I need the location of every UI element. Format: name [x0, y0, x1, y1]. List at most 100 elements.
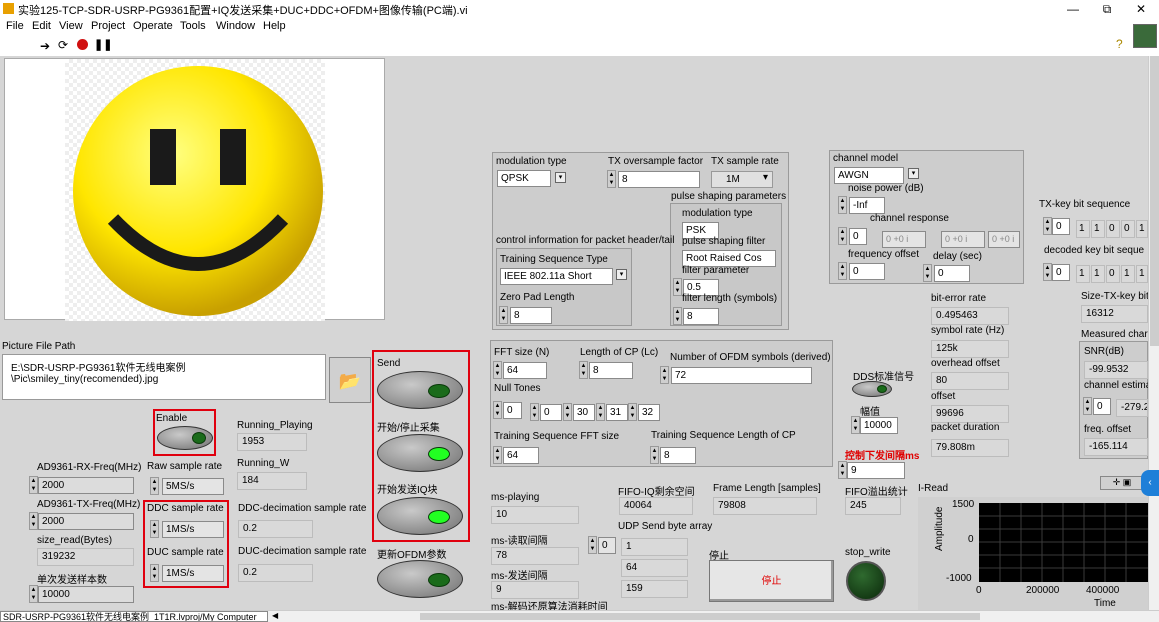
fl-input[interactable]: 8 — [683, 308, 719, 325]
stop-button[interactable]: 停止 — [709, 560, 834, 602]
null-tone-3-spinner[interactable]: ▲ ▼ — [628, 403, 637, 421]
update-ofdm-button[interactable] — [377, 560, 463, 598]
decoded-key-index-spinner[interactable]: ▲ ▼ — [1043, 263, 1052, 281]
rx-freq-spinner[interactable]: ▲ ▼ — [29, 476, 38, 494]
browse-folder-button[interactable]: 📂 — [329, 357, 371, 403]
channel-response-index[interactable]: 0 — [849, 228, 867, 245]
null-tones-index-spinner[interactable]: ▲ ▼ — [493, 401, 502, 419]
txkey-index-spinner[interactable]: ▲ ▼ — [1043, 217, 1052, 235]
raw-rate-input[interactable]: 5MS/s — [162, 478, 224, 495]
raw-rate-spinner[interactable]: ▲ ▼ — [150, 477, 159, 495]
decoded-key-index[interactable]: 0 — [1052, 264, 1070, 281]
zpl-spinner[interactable]: ▲ ▼ — [499, 306, 508, 324]
start-stop-button[interactable] — [377, 434, 463, 472]
fl-spinner[interactable]: ▲ ▼ — [673, 307, 682, 325]
start-iq-button[interactable] — [377, 497, 463, 535]
rx-freq-input[interactable]: 2000 — [38, 477, 134, 494]
horizontal-scrollbar-thumb[interactable] — [420, 613, 980, 620]
mod-type-select[interactable]: QPSK — [497, 170, 551, 187]
ts-fft-input[interactable]: 64 — [503, 447, 539, 464]
channel-response-element-1[interactable]: 0 +0 i — [882, 231, 926, 248]
fp-spinner[interactable]: ▲ ▼ — [673, 278, 682, 296]
menu-operate[interactable]: Operate — [133, 20, 173, 32]
null-tone-1-spinner[interactable]: ▲ ▼ — [563, 403, 572, 421]
tx-freq-spinner[interactable]: ▲ ▼ — [29, 512, 38, 530]
channel-response-index-spinner[interactable]: ▲ ▼ — [838, 227, 847, 245]
channel-estimate-index[interactable]: 0 — [1093, 398, 1111, 415]
ts-cp-input[interactable]: 8 — [660, 447, 696, 464]
duc-rate-input[interactable]: 1MS/s — [162, 565, 224, 582]
vertical-scrollbar-thumb[interactable] — [1150, 56, 1159, 346]
null-tone-0-spinner[interactable]: ▲ ▼ — [530, 403, 539, 421]
freq-offset-spinner[interactable]: ▲ ▼ — [838, 262, 847, 280]
abort-icon[interactable] — [77, 39, 88, 50]
enable-toggle[interactable] — [157, 426, 213, 450]
menu-project[interactable]: Project — [91, 20, 125, 32]
oversample-input[interactable]: 8 — [618, 171, 700, 188]
duc-rate-spinner[interactable]: ▲ ▼ — [150, 564, 159, 582]
interval-spinner[interactable]: ▲ ▼ — [838, 461, 847, 479]
ofdm-symbols-spinner[interactable]: ▲ ▼ — [660, 366, 669, 384]
restore-button[interactable]: ⧉ — [1090, 0, 1124, 18]
channel-model-select[interactable]: AWGN — [834, 167, 904, 184]
menu-edit[interactable]: Edit — [32, 20, 51, 32]
send-count-input[interactable]: 10000 — [38, 586, 134, 603]
send-count-spinner[interactable]: ▲ ▼ — [29, 585, 38, 603]
run-icon[interactable]: ➔ — [40, 39, 50, 53]
amplitude-input[interactable]: 10000 — [860, 417, 898, 434]
ddc-rate-spinner[interactable]: ▲ ▼ — [150, 520, 159, 538]
ts-cp-spinner[interactable]: ▲ ▼ — [650, 446, 659, 464]
menu-window[interactable]: Window — [216, 20, 255, 32]
delay-spinner[interactable]: ▲ ▼ — [923, 264, 932, 282]
freq-offset-input[interactable]: 0 — [849, 263, 885, 280]
null-tone-0[interactable]: 0 — [540, 404, 562, 421]
delay-input[interactable]: 0 — [934, 265, 970, 282]
side-tab-icon[interactable]: ‹ — [1141, 470, 1159, 496]
udp-index-spinner[interactable]: ▲ ▼ — [588, 536, 597, 554]
minimize-button[interactable]: — — [1056, 0, 1090, 18]
fft-size-spinner[interactable]: ▲ ▼ — [493, 361, 502, 379]
null-tone-3[interactable]: 32 — [638, 404, 660, 421]
channel-model-dropdown-icon[interactable]: ▾ — [908, 168, 919, 179]
menu-file[interactable]: File — [6, 20, 24, 32]
channel-response-element-2[interactable]: 0 +0 i — [941, 231, 985, 248]
noise-power-spinner[interactable]: ▲ ▼ — [838, 196, 847, 214]
tx-freq-input[interactable]: 2000 — [38, 513, 134, 530]
vertical-scrollbar[interactable] — [1148, 56, 1159, 610]
null-tone-2-spinner[interactable]: ▲ ▼ — [596, 403, 605, 421]
pause-icon[interactable]: ❚❚ — [94, 38, 112, 51]
mod-type-dropdown-icon[interactable]: ▾ — [555, 172, 566, 183]
tst-dropdown-icon[interactable]: ▾ — [616, 269, 627, 280]
help-icon[interactable]: ? — [1116, 37, 1123, 51]
menu-tools[interactable]: Tools — [180, 20, 206, 32]
oversample-spinner[interactable]: ▲ ▼ — [607, 170, 616, 188]
ofdm-symbols-input[interactable]: 72 — [671, 367, 812, 384]
channel-response-element-3[interactable]: 0 +0 i — [988, 231, 1020, 248]
amplitude-spinner[interactable]: ▲ ▼ — [851, 416, 860, 434]
udp-index[interactable]: 0 — [598, 537, 616, 554]
cp-length-spinner[interactable]: ▲ ▼ — [579, 361, 588, 379]
menu-help[interactable]: Help — [263, 20, 286, 32]
picture-path-input[interactable]: E:\SDR-USRP-PG9361软件无线电案例\Pic\smiley_tin… — [2, 354, 326, 400]
ts-fft-spinner[interactable]: ▲ ▼ — [493, 446, 502, 464]
dds-toggle[interactable] — [852, 381, 892, 397]
zpl-input[interactable]: 8 — [510, 307, 552, 324]
channel-estimate-spinner[interactable]: ▲ ▼ — [1083, 397, 1092, 415]
null-tones-index[interactable]: 0 — [503, 402, 522, 419]
ddc-rate-input[interactable]: 1MS/s — [162, 521, 224, 538]
menu-view[interactable]: View — [59, 20, 83, 32]
tst-select[interactable]: IEEE 802.11a Short — [500, 268, 613, 285]
run-continuously-icon[interactable]: ⟳ — [58, 38, 68, 52]
txkey-index[interactable]: 0 — [1052, 218, 1070, 235]
null-tone-2[interactable]: 31 — [606, 404, 628, 421]
noise-power-input[interactable]: -Inf — [849, 197, 885, 214]
close-button[interactable]: ✕ — [1124, 0, 1158, 18]
graph-tools-icon[interactable]: ✛ ▣ — [1100, 476, 1144, 490]
cp-length-input[interactable]: 8 — [589, 362, 633, 379]
send-button[interactable] — [377, 371, 463, 409]
interval-input[interactable]: 9 — [847, 462, 905, 479]
null-tone-1[interactable]: 30 — [573, 404, 595, 421]
scroll-left-icon[interactable]: ◀ — [272, 611, 278, 620]
fft-size-input[interactable]: 64 — [503, 362, 547, 379]
tx-rate-select[interactable]: 1M ▾ — [711, 171, 773, 188]
